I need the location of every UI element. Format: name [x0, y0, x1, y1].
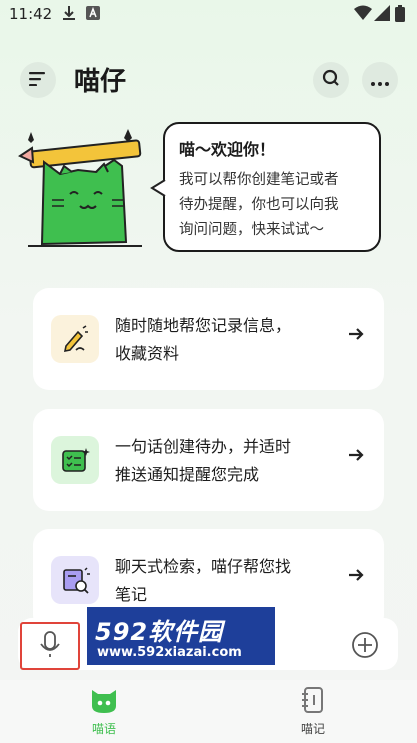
- menu-icon: [29, 71, 47, 90]
- app-title: 喵仔: [74, 67, 127, 97]
- bottom-tab-bar: 喵语 喵记: [0, 680, 417, 743]
- arrow-right-icon: [348, 567, 364, 586]
- tab-label: 喵记: [300, 722, 325, 736]
- battery-icon: [395, 5, 405, 26]
- cat-face-icon: [89, 690, 119, 718]
- pen-note-icon: [51, 315, 99, 363]
- tab-label: 喵语: [91, 722, 116, 736]
- card-line: 笔记: [115, 585, 148, 604]
- card-line: 一句话创建待办，并适时: [115, 437, 292, 456]
- welcome-bubble: 喵～欢迎你！ 我可以帮你创建笔记或者 待办提醒，你也可以向我 询问问题，快来试试…: [163, 122, 381, 252]
- bubble-line: 询问问题，快来试试～: [179, 222, 324, 238]
- wifi-icon: [354, 5, 372, 25]
- welcome-hero: 喵～欢迎你！ 我可以帮你创建笔记或者 待办提醒，你也可以向我 询问问题，快来试试…: [0, 118, 417, 258]
- card-line: 随时随地帮您记录信息，: [115, 316, 292, 335]
- search-doc-icon: [51, 556, 99, 604]
- more-button[interactable]: [362, 62, 398, 98]
- status-time: 11:42: [9, 5, 53, 23]
- app-header: 喵仔: [0, 58, 417, 104]
- voice-input-button[interactable]: [20, 622, 80, 670]
- arrow-right-icon: [348, 326, 364, 345]
- add-button[interactable]: [351, 631, 379, 663]
- search-button[interactable]: [313, 62, 349, 98]
- menu-button[interactable]: [20, 62, 56, 98]
- bubble-tail: [150, 178, 166, 202]
- card-text: 一句话创建待办，并适时 推送通知提醒您完成: [115, 433, 335, 489]
- tab-chat[interactable]: 喵语: [64, 686, 144, 737]
- more-dots-icon: [371, 71, 389, 90]
- watermark-url: www.592xiazai.com: [97, 645, 242, 660]
- signal-icon: [374, 5, 390, 25]
- arrow-right-icon: [348, 447, 364, 466]
- microphone-icon: [38, 630, 62, 662]
- watermark-overlay: 592软件园 www.592xiazai.com: [87, 607, 275, 665]
- card-line: 聊天式检索，喵仔帮您找: [115, 557, 292, 576]
- watermark-logo: 592软件园: [95, 618, 224, 646]
- bubble-line: 待办提醒，你也可以向我: [179, 197, 339, 213]
- card-text: 随时随地帮您记录信息， 收藏资料: [115, 312, 335, 368]
- bubble-line: 我可以帮你创建笔记或者: [179, 172, 339, 188]
- feature-card-notes[interactable]: 随时随地帮您记录信息， 收藏资料: [33, 288, 384, 390]
- cat-mascot-icon: [17, 126, 158, 260]
- card-line: 推送通知提醒您完成: [115, 465, 260, 484]
- notebook-icon: [300, 687, 326, 718]
- keyboard-app-icon: [86, 5, 100, 24]
- checklist-icon: [51, 436, 99, 484]
- bubble-title: 喵～欢迎你！: [179, 140, 276, 159]
- status-bar: 11:42: [0, 0, 417, 28]
- card-line: 收藏资料: [115, 344, 180, 363]
- tab-notes[interactable]: 喵记: [273, 686, 353, 737]
- download-icon: [62, 5, 76, 25]
- bubble-text: 我可以帮你创建笔记或者 待办提醒，你也可以向我 询问问题，快来试试～: [179, 168, 365, 243]
- search-icon: [322, 69, 340, 91]
- feature-card-todo[interactable]: 一句话创建待办，并适时 推送通知提醒您完成: [33, 409, 384, 511]
- card-text: 聊天式检索，喵仔帮您找 笔记: [115, 553, 335, 609]
